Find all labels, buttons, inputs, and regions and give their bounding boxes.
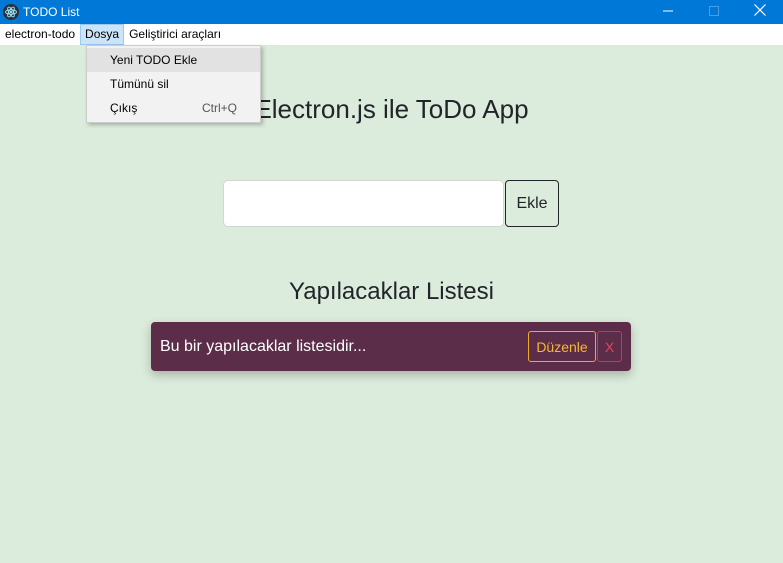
dosya-dropdown-menu: Yeni TODO Ekle Tümünü sil Çıkış Ctrl+Q xyxy=(86,45,261,123)
todo-input[interactable] xyxy=(223,180,504,227)
electron-app-icon xyxy=(3,4,19,20)
title-bar: TODO List xyxy=(0,0,783,24)
menu-item-label: Çıkış xyxy=(110,101,138,115)
edit-button[interactable]: Düzenle xyxy=(528,331,596,362)
maximize-icon xyxy=(709,3,719,21)
list-title: Yapılacaklar Listesi xyxy=(289,278,494,305)
close-icon xyxy=(754,3,766,21)
menu-electron-todo[interactable]: electron-todo xyxy=(0,24,80,45)
menu-item-new-todo[interactable]: Yeni TODO Ekle xyxy=(87,48,260,72)
maximize-button[interactable] xyxy=(691,0,737,24)
menu-developer-tools[interactable]: Geliştirici araçları xyxy=(124,24,226,45)
todo-item: Bu bir yapılacaklar listesidir... Düzenl… xyxy=(151,322,631,371)
todo-text: Bu bir yapılacaklar listesidir... xyxy=(160,338,367,355)
menu-item-quit[interactable]: Çıkış Ctrl+Q xyxy=(87,96,260,120)
menu-bar: electron-todo Dosya Geliştirici araçları xyxy=(0,24,783,45)
menu-dosya[interactable]: Dosya xyxy=(80,24,125,45)
add-button[interactable]: Ekle xyxy=(505,180,559,227)
menu-item-label: Yeni TODO Ekle xyxy=(110,53,198,67)
minimize-button[interactable] xyxy=(645,0,691,24)
window-title: TODO List xyxy=(23,5,80,19)
app-window: TODO List electron-todo Dosya Geliştiric… xyxy=(0,0,783,563)
close-button[interactable] xyxy=(737,0,783,24)
menu-item-shortcut: Ctrl+Q xyxy=(201,101,237,115)
menu-item-delete-all[interactable]: Tümünü sil xyxy=(87,72,260,96)
minimize-icon xyxy=(663,3,673,21)
window-controls xyxy=(645,0,783,24)
menu-item-label: Tümünü sil xyxy=(110,77,169,91)
delete-button[interactable]: X xyxy=(597,331,622,362)
